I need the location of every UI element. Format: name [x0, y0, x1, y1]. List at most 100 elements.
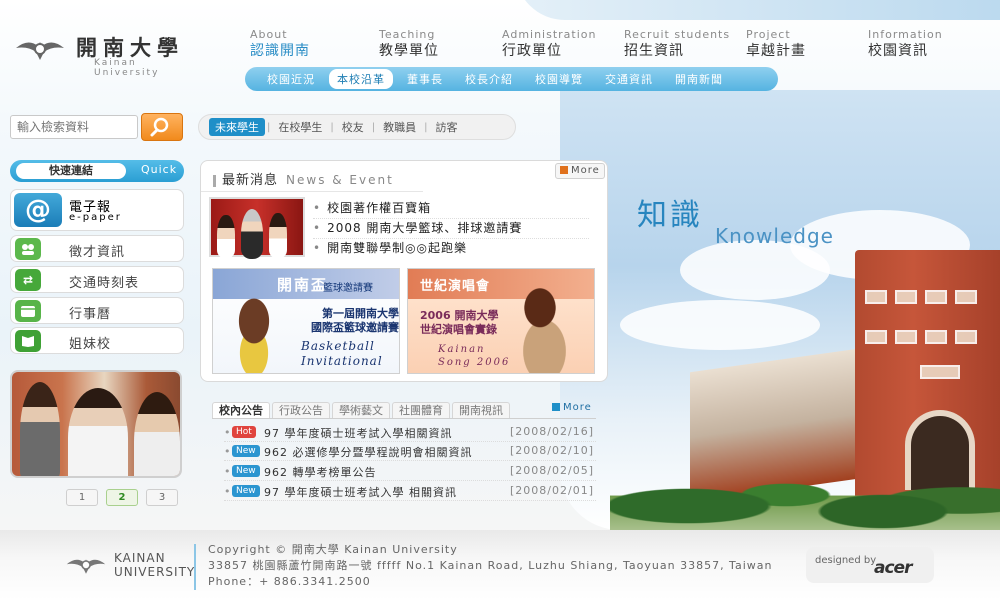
sub-nav-kainan-news[interactable]: 開南新聞	[667, 69, 731, 89]
quick-link-epaper[interactable]: @ 電子報 e-paper	[10, 189, 184, 231]
footer-divider	[194, 544, 196, 590]
hero-knowledge-cn: 知識	[637, 198, 703, 233]
audience-current-students[interactable]: 在校學生	[272, 118, 328, 136]
news-featured-photo[interactable]	[209, 197, 305, 259]
quick-link-sister-schools[interactable]: 姐妹校	[10, 327, 184, 354]
audience-staff[interactable]: 教職員	[377, 118, 422, 136]
tab-academic-arts[interactable]: 學術藝文	[332, 402, 390, 419]
main-nav-administration[interactable]: Administration 行政單位	[502, 28, 622, 60]
announcement-text: 962 轉學考榜單公告	[264, 466, 377, 479]
bullet: •	[313, 201, 322, 215]
announcement-row[interactable]: • New 97 學年度碩士班考試入學 相關資訊 [2008/02/01]	[224, 482, 596, 501]
main-navigation: About 認識開南 Teaching 教學單位 Administration …	[250, 28, 990, 64]
sub-nav-transportation[interactable]: 交通資訊	[597, 69, 661, 89]
separator: |	[371, 121, 376, 133]
photo-pager-3[interactable]: 3	[146, 489, 178, 506]
photo-pager-2[interactable]: 2	[106, 489, 138, 506]
concert-banner-title: 世紀演唱會	[420, 279, 491, 294]
concert-banner-en: Kainan Song 2006	[438, 344, 511, 368]
footer-phone: Phone：+ 886.3341.2500	[208, 575, 371, 588]
announcement-date: [2008/02/10]	[510, 444, 594, 457]
photo-pager-1[interactable]: 1	[66, 489, 98, 506]
audience-visitors[interactable]: 訪客	[430, 118, 464, 136]
main-nav-project-en: Project	[746, 28, 791, 41]
main-nav-administration-en: Administration	[502, 28, 597, 41]
announcement-text: 962 必選修學分暨學程說明會相關資訊	[264, 446, 473, 459]
footer-logo-text: KAINAN UNIVERSITY	[114, 551, 195, 579]
announcement-text: 97 學年度碩士班考試入學相關資訊	[264, 427, 453, 440]
basketball-banner-en: Basketball Invitational	[301, 339, 383, 368]
news-title-en: News & Event	[286, 173, 394, 187]
footer-info: Copyright © 開南大學 Kainan University 33857…	[208, 542, 772, 590]
audience-navigation: 未來學生 | 在校學生 | 校友 | 教職員 | 訪客	[198, 114, 516, 140]
footer-logo-line2: UNIVERSITY	[114, 565, 196, 579]
news-title-cn: 最新消息	[222, 173, 279, 188]
search-input[interactable]	[10, 115, 138, 139]
footer-emblem-icon	[66, 559, 106, 574]
title-marker	[213, 174, 216, 187]
designed-by-badge[interactable]: designed by acer	[806, 547, 934, 583]
quick-links-title-cn: 快速連結	[16, 163, 126, 179]
arrows-icon: ⇄	[15, 269, 41, 291]
sub-nav-history[interactable]: 本校沿革	[329, 69, 393, 89]
announcement-row[interactable]: • New 962 轉學考榜單公告 [2008/02/05]	[224, 462, 596, 481]
news-title: 最新消息 News & Event	[213, 169, 394, 188]
students-photo[interactable]	[10, 370, 182, 478]
bullet: •	[224, 426, 231, 439]
top-decorative-arc	[515, 0, 1000, 20]
news-headline-3[interactable]: • 開南雙聯學制◎◎起跑樂	[313, 239, 589, 258]
main-nav-teaching[interactable]: Teaching 教學單位	[379, 28, 499, 60]
news-panel: 最新消息 News & Event More • 校園著作權百寶箱 • 2008 開南…	[200, 160, 608, 382]
sub-nav-president[interactable]: 校長介紹	[457, 69, 521, 89]
main-nav-information[interactable]: Information 校園資訊	[868, 28, 988, 60]
concert-banner[interactable]: 世紀演唱會 2006 開南大學 世紀演唱會實錄 Kainan Song 2006	[407, 268, 595, 374]
new-badge: New	[232, 445, 260, 457]
sub-nav-campus-tour[interactable]: 校園導覽	[527, 69, 591, 89]
basketball-banner-title: 開南盃	[277, 276, 329, 294]
people-icon	[15, 238, 41, 260]
separator: |	[424, 121, 428, 133]
quick-link-transport-schedule[interactable]: ⇄ 交通時刻表	[10, 266, 184, 293]
tab-campus-announcements[interactable]: 校內公告	[212, 402, 270, 419]
sub-nav-campus-news[interactable]: 校園近況	[259, 69, 323, 89]
news-headline-2-text: 2008 開南大學籃球、排球邀請賽	[327, 221, 523, 235]
news-title-divider	[201, 191, 423, 192]
search-button[interactable]	[141, 113, 183, 141]
quick-link-calendar-label: 行事曆	[69, 307, 112, 322]
quick-links-header: 快速連結 Quick	[10, 160, 184, 182]
designed-by-label: designed by	[815, 555, 877, 566]
concert-singer-image	[504, 279, 594, 373]
basketball-banner[interactable]: 開南盃 籃球邀請賽 第一屆開南大學 國際盃籃球邀請賽 Basketball In…	[212, 268, 400, 374]
announcement-row[interactable]: • New 962 必選修學分暨學程說明會相關資訊 [2008/02/10]	[224, 442, 596, 461]
sub-nav-chairman[interactable]: 董事長	[399, 69, 451, 89]
designer-logo: acer	[874, 558, 912, 578]
main-nav-recruit[interactable]: Recruit students 招生資訊	[624, 28, 754, 60]
university-logo[interactable]: 開南大學 Kainan University	[14, 30, 194, 78]
news-more-button[interactable]: More	[555, 163, 605, 179]
footer-logo-line1: KAINAN	[114, 551, 166, 565]
audience-alumni[interactable]: 校友	[336, 118, 370, 136]
main-nav-information-en: Information	[868, 28, 943, 41]
quick-link-recruitment[interactable]: 徵才資訊	[10, 235, 184, 262]
audience-future-students[interactable]: 未來學生	[209, 118, 265, 136]
news-more-label: More	[571, 165, 600, 176]
news-headline-1[interactable]: • 校園著作權百寶箱	[313, 199, 589, 219]
university-emblem-icon	[16, 42, 64, 60]
quick-link-transport-label: 交通時刻表	[69, 276, 140, 291]
tab-kainan-video[interactable]: 開南視訊	[452, 402, 510, 419]
tab-clubs-sports[interactable]: 社團體育	[392, 402, 450, 419]
main-nav-about[interactable]: About 認識開南	[250, 28, 370, 60]
quick-link-calendar[interactable]: 行事曆	[10, 297, 184, 324]
tab-admin-announcements[interactable]: 行政公告	[272, 402, 330, 419]
quick-link-epaper-sub: e-paper	[69, 212, 122, 223]
announcements-more-link[interactable]: More	[552, 402, 592, 413]
main-nav-recruit-en: Recruit students	[624, 28, 731, 41]
announcement-date: [2008/02/16]	[510, 425, 594, 438]
separator: |	[267, 121, 271, 133]
calendar-icon	[15, 300, 41, 322]
announcement-row[interactable]: • Hot 97 學年度碩士班考試入學相關資訊 [2008/02/16]	[224, 423, 596, 442]
announcement-divider	[212, 418, 596, 419]
news-headline-2[interactable]: • 2008 開南大學籃球、排球邀請賽	[313, 219, 589, 239]
hot-badge: Hot	[232, 426, 256, 438]
main-nav-project[interactable]: Project 卓越計畫	[746, 28, 866, 60]
